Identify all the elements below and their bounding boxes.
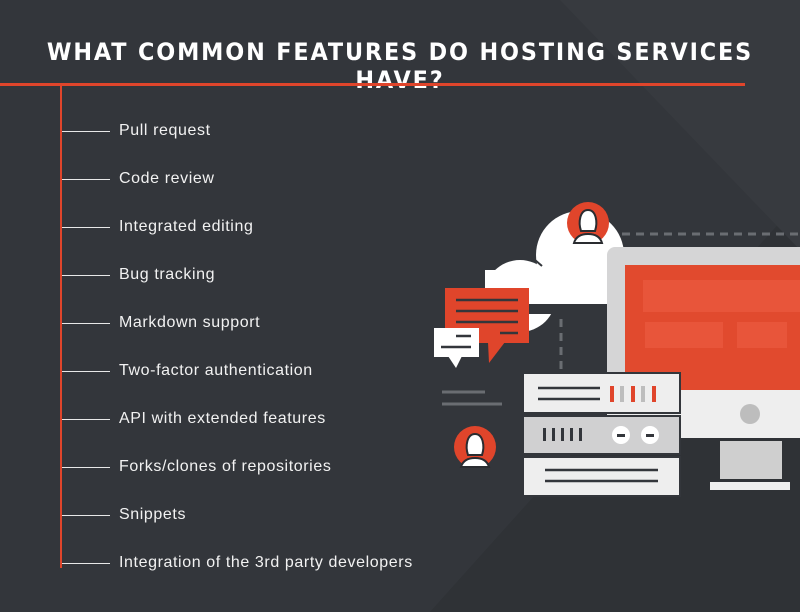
hosting-illustration	[434, 202, 800, 497]
user-avatar-icon	[567, 202, 609, 244]
user-avatar-icon	[454, 426, 496, 468]
chat-bubble-icon	[434, 328, 479, 368]
server-icon	[522, 372, 681, 497]
